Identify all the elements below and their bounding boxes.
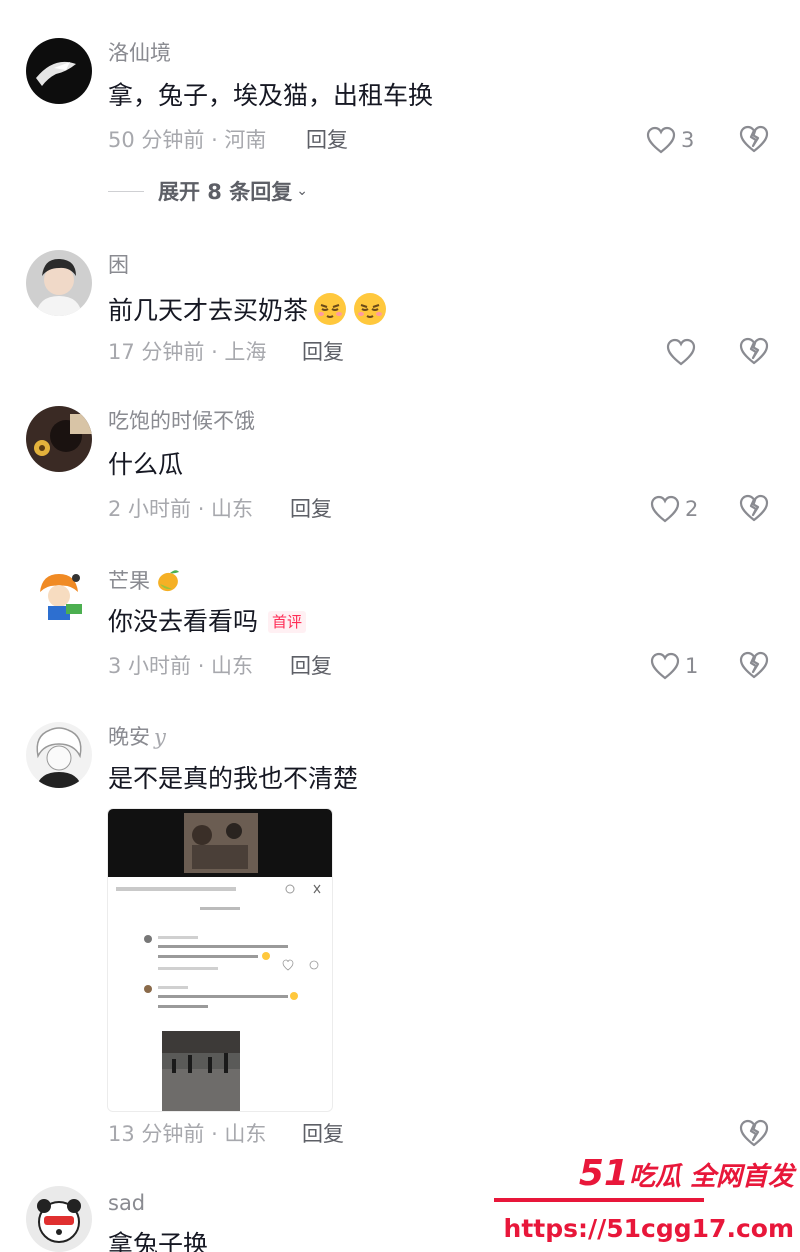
heart-icon [646, 126, 676, 154]
comment-text-content: 前几天才去买奶茶 [108, 296, 309, 325]
comment-time-location: 3 小时前 · 山东 [108, 654, 254, 678]
chevron-down-icon: ⌄ [296, 183, 308, 199]
comment-time-location: 13 分钟前 · 山东 [108, 1122, 267, 1146]
reply-button[interactable]: 回复 [290, 652, 332, 680]
comment-text: 什么瓜 [108, 450, 184, 479]
dislike-button[interactable] [738, 650, 770, 682]
username-text: 晚安 [108, 725, 150, 749]
comment-text: 拿，兔子，埃及猫，出租车换 [108, 81, 434, 110]
broken-heart-icon [738, 650, 770, 680]
like-button[interactable] [666, 336, 696, 368]
expand-replies-label: 展开 8 条回复 [158, 180, 293, 204]
reply-button[interactable]: 回复 [306, 126, 348, 154]
dislike-button[interactable] [738, 124, 770, 156]
heart-icon [650, 652, 680, 680]
user-avatar[interactable] [26, 38, 92, 104]
broken-heart-icon [738, 124, 770, 154]
dislike-button[interactable] [738, 493, 770, 525]
username[interactable]: 晚安 y [108, 724, 166, 750]
user-avatar[interactable] [26, 406, 92, 472]
like-count: 1 [685, 654, 699, 678]
watermark-url: https://51cgg17.com [503, 1214, 794, 1243]
like-button[interactable]: 3 [646, 124, 694, 156]
user-avatar[interactable] [26, 250, 92, 316]
reply-button[interactable]: 回复 [302, 1120, 344, 1148]
watermark-number: 51 [578, 1153, 629, 1194]
heart-icon [666, 338, 696, 366]
watermark-slogan-text: 吃瓜 全网首发 [628, 1162, 794, 1192]
comment-image-attachment[interactable] [107, 808, 333, 1112]
like-button[interactable]: 1 [650, 650, 698, 682]
username[interactable]: 困 [108, 252, 129, 278]
broken-heart-icon [738, 336, 770, 366]
broken-heart-icon [738, 1118, 770, 1148]
heart-icon [650, 495, 680, 523]
comment-time-location: 17 分钟前 · 上海 [108, 340, 267, 364]
username[interactable]: 吃饱的时候不饿 [108, 408, 255, 434]
mango-icon [154, 566, 182, 594]
expand-replies-button[interactable]: 展开 8 条回复 ⌄ [108, 176, 308, 206]
comment-item: 洛仙境 拿，兔子，埃及猫，出租车换 50 分钟前 · 河南 回复 3 展开 8 … [0, 0, 800, 230]
comment-time-location: 2 小时前 · 山东 [108, 497, 254, 521]
like-count: 2 [685, 497, 699, 521]
watermark-slogan: 51吃瓜 全网首发 [579, 1156, 794, 1195]
reply-button[interactable]: 回复 [290, 495, 332, 523]
username[interactable]: sad [108, 1190, 145, 1216]
username-flair: y [154, 725, 166, 749]
comment-time-location: 50 分钟前 · 河南 [108, 128, 267, 152]
comment-text: 你没去看看吗 首评 [108, 605, 307, 639]
first-comment-badge: 首评 [268, 611, 307, 633]
like-count: 3 [681, 128, 695, 152]
pouting-face-emoji-icon [312, 291, 348, 327]
username-text: 芒果 [108, 569, 150, 593]
comment-text-content: 你没去看看吗 [108, 607, 259, 636]
divider-line [108, 190, 144, 192]
comment-item: 吃饱的时候不饿 什么瓜 2 小时前 · 山东 回复 2 [0, 390, 800, 550]
comment-item: 困 前几天才去买奶茶 17 分钟前 · 上海 回复 [0, 230, 800, 390]
username[interactable]: 芒果 [108, 566, 182, 594]
like-button[interactable]: 2 [650, 493, 698, 525]
broken-heart-icon [738, 493, 770, 523]
comment-text: 前几天才去买奶茶 [108, 291, 388, 328]
comment-item: 芒果 你没去看看吗 首评 3 小时前 · 山东 回复 1 [0, 550, 800, 710]
reply-button[interactable]: 回复 [302, 338, 344, 366]
comment-text: 是不是真的我也不清楚 [108, 764, 359, 793]
comment-text: 拿兔子换 [108, 1230, 209, 1252]
username[interactable]: 洛仙境 [108, 40, 171, 66]
site-watermark: 51吃瓜 全网首发 https://51cgg17.com [494, 1150, 794, 1252]
dislike-button[interactable] [738, 1118, 770, 1150]
user-avatar[interactable] [26, 564, 92, 630]
user-avatar[interactable] [26, 722, 92, 788]
user-avatar[interactable] [26, 1186, 92, 1252]
watermark-underline [494, 1198, 704, 1202]
pouting-face-emoji-icon [352, 291, 388, 327]
dislike-button[interactable] [738, 336, 770, 368]
